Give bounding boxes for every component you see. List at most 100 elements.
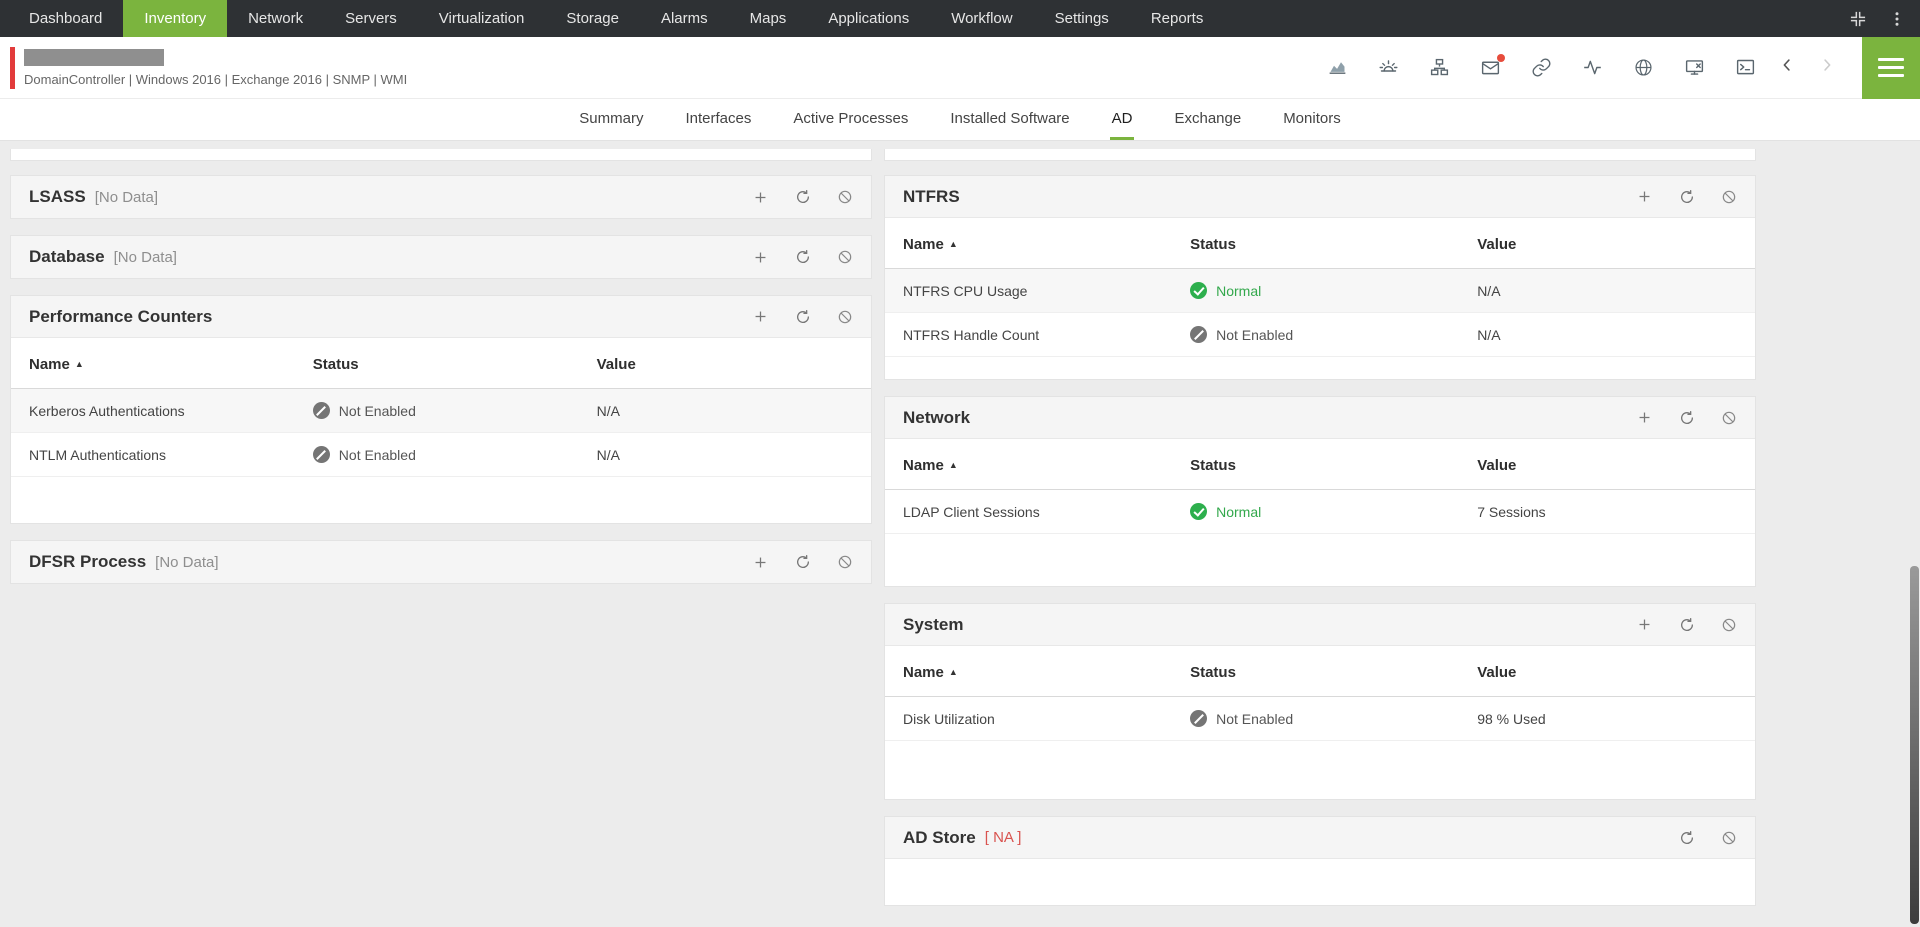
disable-graph-icon[interactable] <box>1721 189 1737 205</box>
status-not-enabled-icon <box>1190 326 1208 343</box>
sort-asc-icon: ▲ <box>948 460 958 470</box>
nav-item-storage[interactable]: Storage <box>545 0 640 37</box>
nav-item-virtualization[interactable]: Virtualization <box>418 0 546 37</box>
refresh-icon[interactable] <box>795 554 811 570</box>
top-navigation: Dashboard Inventory Network Servers Virt… <box>0 0 1920 37</box>
nav-item-applications[interactable]: Applications <box>807 0 930 37</box>
column-header-status[interactable]: Status <box>1172 439 1460 490</box>
severity-accent-bar <box>10 46 15 89</box>
nav-item-network[interactable]: Network <box>227 0 324 37</box>
status-not-enabled-icon <box>1190 710 1208 727</box>
disable-graph-icon[interactable] <box>837 554 853 570</box>
column-header-name[interactable]: Name ▲ <box>885 218 1173 269</box>
disable-graph-icon[interactable] <box>1721 617 1737 633</box>
monitor-x-icon[interactable] <box>1684 57 1705 78</box>
app-window: Dashboard Inventory Network Servers Virt… <box>0 0 1920 927</box>
column-header-name[interactable]: Name ▲ <box>885 439 1173 490</box>
status-label: Not Enabled <box>338 446 416 463</box>
kebab-menu-icon[interactable] <box>1888 10 1906 28</box>
tab-monitors[interactable]: Monitors <box>1281 99 1343 140</box>
column-header-status[interactable]: Status <box>294 338 579 389</box>
nav-item-servers[interactable]: Servers <box>324 0 418 37</box>
tab-installed-software[interactable]: Installed Software <box>948 99 1071 140</box>
add-icon[interactable] <box>752 554 769 571</box>
left-column: LSASS [No Data] Database [No Data] Perfo… <box>10 149 872 600</box>
add-icon[interactable] <box>752 189 769 206</box>
add-icon[interactable] <box>1636 409 1653 426</box>
panel-title: LSASS <box>29 187 86 206</box>
monitor-value: N/A <box>578 432 871 477</box>
monitor-name: Disk Utilization <box>885 696 1173 741</box>
vertical-scrollbar[interactable] <box>1910 566 1919 924</box>
menu-icon[interactable] <box>1862 36 1920 99</box>
nav-item-workflow[interactable]: Workflow <box>930 0 1033 37</box>
line-graph-icon[interactable] <box>1582 57 1603 78</box>
sort-asc-icon: ▲ <box>948 667 958 677</box>
status-normal-icon <box>1190 282 1208 299</box>
disable-graph-icon[interactable] <box>1721 830 1737 846</box>
status-label: Not Enabled <box>1216 710 1294 727</box>
nav-item-reports[interactable]: Reports <box>1130 0 1225 37</box>
nav-item-dashboard[interactable]: Dashboard <box>8 0 123 37</box>
link-icon[interactable] <box>1531 57 1552 78</box>
column-header-value[interactable]: Value <box>578 338 871 389</box>
chevron-left-icon[interactable] <box>1778 56 1796 79</box>
add-icon[interactable] <box>1636 188 1653 205</box>
device-name-redacted <box>24 48 164 66</box>
globe-icon[interactable] <box>1633 57 1654 78</box>
nav-item-inventory[interactable]: Inventory <box>123 0 228 37</box>
add-icon[interactable] <box>752 249 769 266</box>
performance-counters-table: Name ▲ Status Value Kerberos Authenticati… <box>11 338 871 477</box>
panel-ntfrs: NTFRS Name ▲ Status Value NTFRS CPU Usag… <box>884 175 1756 380</box>
nav-item-settings[interactable]: Settings <box>1034 0 1130 37</box>
panel-performance-counters: Performance Counters Name▲ Status Value <box>10 295 872 524</box>
workflow-icon[interactable] <box>1429 57 1450 78</box>
status-label: Not Enabled <box>338 402 416 419</box>
column-header-name[interactable]: Name ▲ <box>885 646 1173 697</box>
disable-graph-icon[interactable] <box>837 309 853 325</box>
refresh-icon[interactable] <box>1679 410 1695 426</box>
device-meta: DomainController | Windows 2016 | Exchan… <box>24 71 408 87</box>
disable-graph-icon[interactable] <box>837 189 853 205</box>
terminal-icon[interactable] <box>1735 57 1756 78</box>
add-icon[interactable] <box>752 308 769 325</box>
refresh-icon[interactable] <box>795 189 811 205</box>
table-row: NTFRS CPU Usage Normal N/A <box>885 268 1755 313</box>
column-header-status[interactable]: Status <box>1172 646 1460 697</box>
status-label: Normal <box>1216 503 1262 520</box>
column-header-value[interactable]: Value <box>1459 646 1755 697</box>
panel-title: NTFRS <box>903 186 960 206</box>
refresh-icon[interactable] <box>1679 617 1695 633</box>
add-icon[interactable] <box>1636 616 1653 633</box>
tab-ad[interactable]: AD <box>1109 99 1135 140</box>
disable-graph-icon[interactable] <box>837 249 853 265</box>
network-table: Name ▲ Status Value LDAP Client Sessions … <box>885 439 1755 534</box>
monitor-name: NTLM Authentications <box>11 432 295 477</box>
column-header-status[interactable]: Status <box>1172 218 1460 269</box>
tab-summary[interactable]: Summary <box>577 99 645 140</box>
alarm-icon[interactable] <box>1378 57 1399 78</box>
panel-database: Database [No Data] <box>10 235 872 279</box>
status-label: Not Enabled <box>1216 326 1294 343</box>
panel-lsass: LSASS [No Data] <box>10 175 872 219</box>
tab-interfaces[interactable]: Interfaces <box>683 99 753 140</box>
email-icon[interactable] <box>1480 54 1505 78</box>
performance-chart-icon[interactable] <box>1327 57 1348 78</box>
sort-asc-icon: ▲ <box>74 359 84 369</box>
disable-graph-icon[interactable] <box>1721 410 1737 426</box>
status-normal-icon <box>1190 503 1208 520</box>
tab-active-processes[interactable]: Active Processes <box>791 99 910 140</box>
column-header-value[interactable]: Value <box>1459 439 1755 490</box>
refresh-icon[interactable] <box>1679 830 1695 846</box>
tab-exchange[interactable]: Exchange <box>1172 99 1243 140</box>
refresh-icon[interactable] <box>1679 189 1695 205</box>
chevron-right-icon[interactable] <box>1818 56 1836 79</box>
table-row: NTLM Authentications Not Enabled N/A <box>11 432 871 477</box>
nav-item-alarms[interactable]: Alarms <box>640 0 729 37</box>
nav-item-maps[interactable]: Maps <box>729 0 808 37</box>
refresh-icon[interactable] <box>795 249 811 265</box>
refresh-icon[interactable] <box>795 309 811 325</box>
collapse-icon[interactable] <box>1848 9 1868 29</box>
column-header-value[interactable]: Value <box>1459 218 1755 269</box>
column-header-name[interactable]: Name ▲ <box>11 338 295 389</box>
